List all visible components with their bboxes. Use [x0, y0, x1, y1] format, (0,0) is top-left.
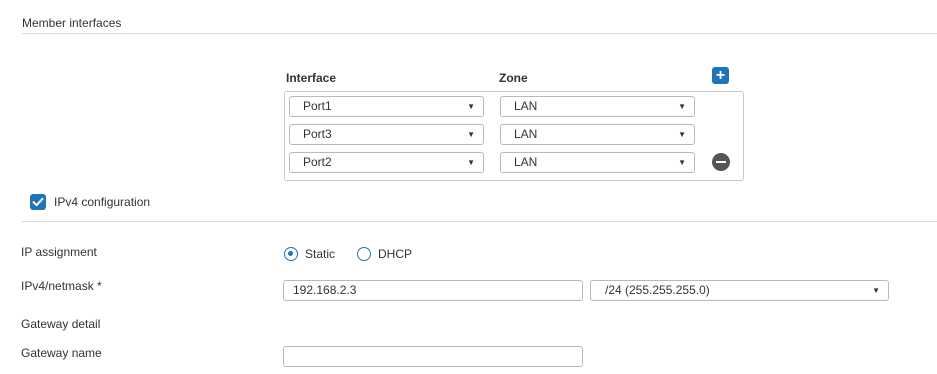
checkmark-icon: [32, 197, 44, 207]
remove-member-button[interactable]: [712, 153, 730, 171]
caret-down-icon: ▼: [872, 286, 880, 295]
dhcp-radio-label[interactable]: DHCP: [378, 247, 412, 261]
caret-down-icon: ▼: [678, 158, 686, 167]
zone-select-value: LAN: [514, 155, 538, 169]
ipv4-configuration-checkbox[interactable]: [30, 194, 46, 210]
zone-select-row-1[interactable]: LAN ▼: [500, 96, 695, 117]
interface-select-row-3[interactable]: Port2 ▼: [289, 152, 484, 173]
ipv4-netmask-label: IPv4/netmask *: [21, 279, 102, 293]
caret-down-icon: ▼: [678, 102, 686, 111]
plus-icon: +: [715, 67, 726, 84]
interface-select-value: Port1: [303, 99, 332, 113]
ip-assignment-label: IP assignment: [21, 245, 97, 259]
interface-select-row-2[interactable]: Port3 ▼: [289, 124, 484, 145]
ipv4-address-input[interactable]: 192.168.2.3: [283, 280, 583, 301]
zone-select-value: LAN: [514, 127, 538, 141]
section-title-member-interfaces: Member interfaces: [22, 16, 122, 30]
interface-column-header: Interface: [286, 71, 337, 85]
dhcp-radio[interactable]: [357, 247, 371, 261]
zone-select-value: LAN: [514, 99, 538, 113]
zone-select-row-3[interactable]: LAN ▼: [500, 152, 695, 173]
caret-down-icon: ▼: [467, 102, 475, 111]
section-divider: [22, 33, 937, 34]
interface-select-row-1[interactable]: Port1 ▼: [289, 96, 484, 117]
static-radio[interactable]: [284, 247, 298, 261]
add-member-button[interactable]: +: [712, 67, 729, 84]
ipv4-configuration-label: IPv4 configuration: [54, 195, 151, 209]
member-interfaces-table: Port1 ▼ LAN ▼ Port3 ▼ LAN ▼ Port2 ▼ LAN …: [284, 91, 744, 181]
interface-select-value: Port3: [303, 127, 332, 141]
interface-select-value: Port2: [303, 155, 332, 169]
caret-down-icon: ▼: [467, 130, 475, 139]
caret-down-icon: ▼: [467, 158, 475, 167]
gateway-detail-heading: Gateway detail: [21, 317, 101, 331]
zone-select-row-2[interactable]: LAN ▼: [500, 124, 695, 145]
ipv4-divider: [22, 221, 937, 222]
caret-down-icon: ▼: [678, 130, 686, 139]
netmask-select-value: /24 (255.255.255.0): [605, 283, 710, 297]
gateway-name-label: Gateway name: [21, 346, 102, 360]
gateway-name-input[interactable]: [283, 346, 583, 367]
netmask-select[interactable]: /24 (255.255.255.0) ▼: [590, 280, 889, 301]
static-radio-label[interactable]: Static: [305, 247, 335, 261]
zone-column-header: Zone: [499, 71, 528, 85]
